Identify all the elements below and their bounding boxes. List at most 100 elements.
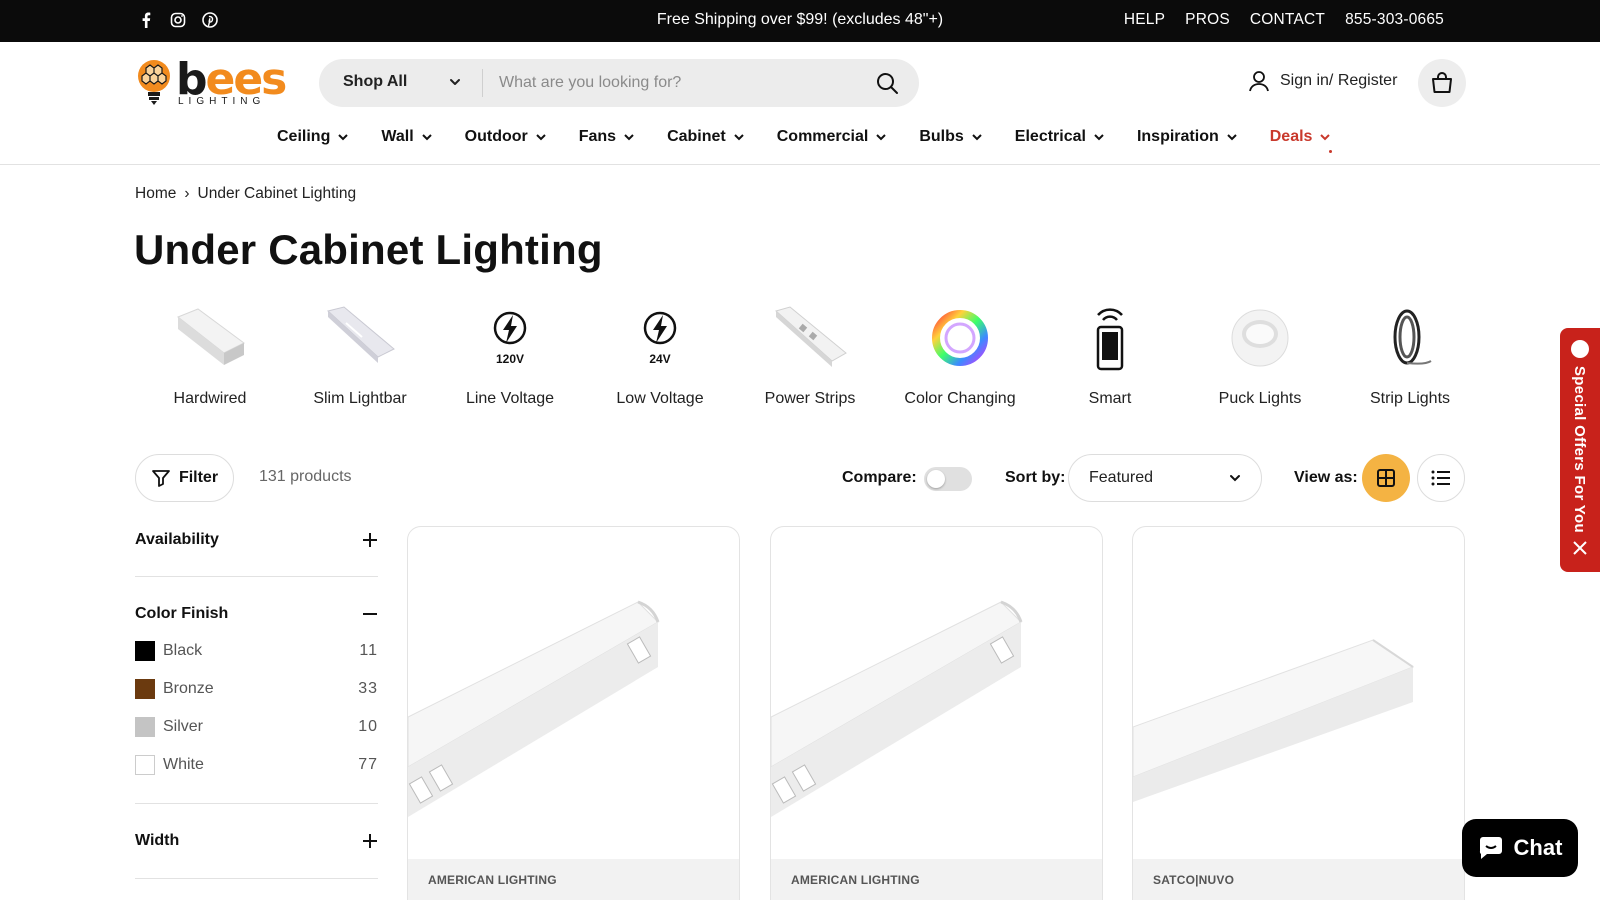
- facet-divider: [135, 878, 378, 879]
- filter-button[interactable]: Filter: [135, 454, 234, 502]
- shop-all-dropdown[interactable]: Shop All: [343, 73, 407, 91]
- product-count: 131 products: [259, 468, 352, 485]
- sort-select[interactable]: Featured: [1068, 454, 1262, 502]
- site-logo[interactable]: bees LIGHTING: [136, 54, 287, 110]
- filter-icon: [152, 470, 170, 487]
- category-strip-lights[interactable]: Strip Lights: [1335, 298, 1485, 408]
- nav-ceiling[interactable]: Ceiling: [277, 128, 349, 146]
- search-input[interactable]: [489, 63, 859, 103]
- cart-button[interactable]: [1418, 59, 1466, 107]
- nav-commercial[interactable]: Commercial: [777, 128, 887, 146]
- page-title: Under Cabinet Lighting: [134, 226, 603, 273]
- contact-link[interactable]: CONTACT: [1250, 11, 1325, 29]
- pros-link[interactable]: PROS: [1185, 11, 1230, 29]
- facet-availability[interactable]: Availability: [135, 530, 378, 550]
- help-link[interactable]: HELP: [1124, 11, 1165, 29]
- product-card[interactable]: AMERICAN LIGHTING: [770, 526, 1103, 900]
- chevron-down-icon: [1227, 134, 1237, 141]
- nav-electrical[interactable]: Electrical: [1015, 128, 1104, 146]
- nav-cabinet[interactable]: Cabinet: [667, 128, 744, 146]
- product-info: AMERICAN LIGHTING: [771, 859, 1102, 900]
- color-swatch: [135, 679, 155, 699]
- nav-outdoor[interactable]: Outdoor: [465, 128, 546, 146]
- chat-bubble-icon: [1479, 837, 1502, 859]
- category-line-voltage[interactable]: 120V Line Voltage: [435, 298, 585, 408]
- color-ring-icon: [932, 310, 988, 366]
- category-slim-lightbar[interactable]: Slim Lightbar: [285, 298, 435, 408]
- list-view-button[interactable]: [1417, 454, 1465, 502]
- power-strip-icon: [774, 306, 847, 367]
- bee-lightbulb-icon: [138, 60, 170, 105]
- announcement-bar: Free Shipping over $99! (excludes 48"+) …: [0, 0, 1600, 42]
- category-hardwired[interactable]: Hardwired: [135, 298, 285, 408]
- chevron-down-icon[interactable]: [449, 75, 461, 93]
- hardwired-light-icon: [177, 308, 245, 365]
- category-color-changing[interactable]: Color Changing: [885, 298, 1035, 408]
- sign-in-label: Sign in/ Register: [1280, 72, 1398, 89]
- product-brand: AMERICAN LIGHTING: [428, 873, 557, 887]
- chevron-down-icon: [734, 134, 744, 141]
- color-option-silver[interactable]: Silver 10: [135, 717, 378, 737]
- category-low-voltage[interactable]: 24V Low Voltage: [585, 298, 735, 408]
- sign-in-link[interactable]: Sign in/ Register: [1248, 70, 1397, 92]
- nav-inspiration[interactable]: Inspiration: [1137, 128, 1237, 146]
- user-icon: [1249, 71, 1269, 92]
- lightning-icon: [493, 311, 527, 345]
- facet-width[interactable]: Width: [135, 831, 378, 851]
- product-image[interactable]: [408, 527, 739, 859]
- category-puck-lights[interactable]: Puck Lights: [1185, 298, 1335, 408]
- chat-button[interactable]: Chat: [1462, 819, 1578, 877]
- nav-wall[interactable]: Wall: [381, 128, 432, 146]
- product-card[interactable]: AMERICAN LIGHTING: [407, 526, 740, 900]
- compare-toggle[interactable]: [924, 467, 972, 491]
- strip-light-icon: [1393, 309, 1432, 365]
- phone-link[interactable]: 855-303-0665: [1345, 11, 1444, 29]
- main-nav: Ceiling Wall Outdoor Fans Cabinet Commer…: [277, 128, 1363, 153]
- close-icon[interactable]: [1572, 540, 1588, 556]
- breadcrumb-current: Under Cabinet Lighting: [197, 185, 357, 202]
- minus-icon: [363, 613, 377, 615]
- grid-view-button[interactable]: [1362, 454, 1410, 502]
- search-divider: [482, 69, 483, 97]
- facet-color-finish[interactable]: Color Finish: [135, 604, 378, 624]
- color-swatch: [135, 755, 155, 775]
- facet-divider: [135, 576, 378, 577]
- sort-label: Sort by:: [1005, 469, 1066, 486]
- color-option-white[interactable]: White 77: [135, 755, 378, 775]
- puck-light-icon: [1231, 309, 1289, 367]
- category-power-strips[interactable]: Power Strips: [735, 298, 885, 408]
- breadcrumb-separator: ›: [184, 185, 190, 202]
- chevron-down-icon: [972, 134, 982, 141]
- color-option-black[interactable]: Black 11: [135, 641, 378, 661]
- breadcrumb-home[interactable]: Home: [135, 185, 176, 203]
- plus-icon: [363, 533, 377, 547]
- plus-icon: [363, 834, 377, 848]
- nav-deals[interactable]: Deals: [1270, 128, 1333, 153]
- list-icon: [1431, 470, 1450, 486]
- product-brand: SATCO|NUVO: [1153, 873, 1235, 887]
- nav-bulbs[interactable]: Bulbs: [919, 128, 982, 146]
- chevron-down-icon: [1230, 475, 1240, 482]
- nav-fans[interactable]: Fans: [579, 128, 634, 146]
- color-swatch: [135, 641, 155, 661]
- product-card[interactable]: SATCO|NUVO: [1132, 526, 1465, 900]
- category-tiles: Hardwired Slim Lightbar 120V Line Voltag…: [135, 298, 1485, 408]
- color-option-bronze[interactable]: Bronze 33: [135, 679, 378, 699]
- category-smart[interactable]: Smart: [1035, 298, 1185, 408]
- special-offers-tab[interactable]: Special Offers For You: [1560, 328, 1600, 572]
- product-image[interactable]: [771, 527, 1102, 859]
- chevron-down-icon: [1094, 134, 1104, 141]
- product-info: SATCO|NUVO: [1133, 859, 1464, 900]
- chevron-down-icon: [624, 134, 634, 141]
- smartphone-icon: [1096, 308, 1124, 371]
- lightning-icon: [643, 311, 677, 345]
- product-image[interactable]: [1133, 527, 1464, 859]
- chevron-down-icon: [536, 134, 546, 141]
- product-info: AMERICAN LIGHTING: [408, 859, 739, 900]
- compare-label: Compare:: [842, 469, 917, 486]
- search-icon[interactable]: [875, 71, 899, 100]
- special-offers-label: Special Offers For You: [1571, 366, 1588, 533]
- voltage-badge: 120V: [495, 352, 525, 366]
- chevron-down-icon: [421, 134, 432, 141]
- voltage-badge: 24V: [649, 352, 671, 366]
